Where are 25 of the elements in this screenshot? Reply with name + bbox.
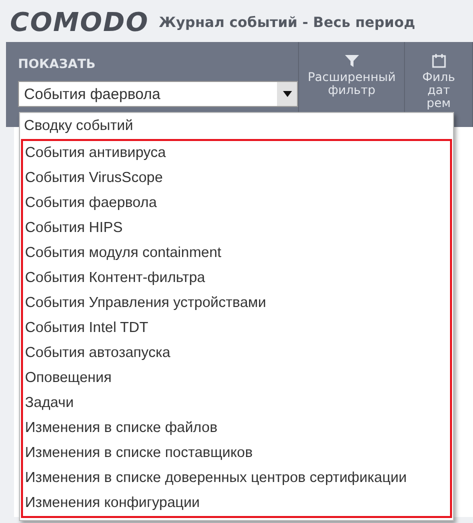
caret-icon — [282, 91, 292, 97]
dropdown-option[interactable]: Изменения в списке поставщиков — [23, 441, 450, 466]
dropdown-option[interactable]: Изменения конфигурации — [23, 491, 450, 516]
window-title: Журнал событий - Весь период — [158, 15, 416, 31]
dropdown-option[interactable]: Изменения в списке файлов — [23, 416, 450, 441]
dropdown-option[interactable]: События Intel TDT — [23, 316, 450, 341]
logo: COMODO — [10, 8, 149, 38]
toolbar-button-label[interactable]: Филь дат рем — [422, 71, 456, 110]
dropdown-option[interactable]: События HIPS — [23, 216, 450, 241]
show-select[interactable]: События фаервола — [18, 81, 298, 107]
dropdown-option[interactable]: События фаервола — [23, 191, 450, 216]
show-label: ПОКАЗАТЬ — [18, 56, 97, 71]
dropdown-option[interactable]: События Управления устройствами — [23, 291, 450, 316]
dropdown-option[interactable]: События VirusScope — [23, 166, 450, 191]
filter-icon — [344, 54, 359, 68]
dropdown-option[interactable]: События антивируса — [23, 141, 450, 166]
dropdown-option[interactable]: Задачи — [23, 391, 450, 416]
dropdown-option[interactable]: События Контент-фильтра — [23, 266, 450, 291]
dropdown-option[interactable]: Изменения в списке доверенных центров сертификации — [23, 466, 450, 491]
dropdown-option[interactable]: События модуля containment — [23, 241, 450, 266]
dropdown-option[interactable]: Сводку событий — [20, 114, 453, 139]
toolbar-button-label[interactable]: Расширенный фильтр — [308, 71, 396, 97]
dropdown-option[interactable]: Оповещения — [23, 366, 450, 391]
calendar-icon — [432, 54, 446, 68]
dropdown-option[interactable]: События автозапуска — [23, 341, 450, 366]
